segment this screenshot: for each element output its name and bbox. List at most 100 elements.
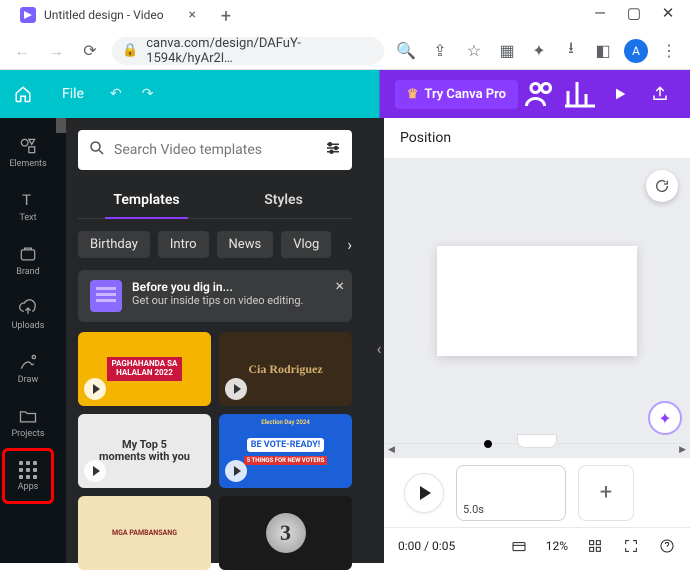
undo-button[interactable]: ↶ — [100, 70, 132, 118]
template-card[interactable]: 3 — [219, 496, 352, 570]
magic-button[interactable]: ✦ — [648, 401, 682, 435]
play-preview-icon[interactable] — [225, 460, 247, 482]
canvas-stage[interactable]: ✦ — [384, 158, 690, 443]
chip-vlog[interactable]: Vlog — [281, 231, 331, 258]
template-card[interactable]: PAGHAHANDA SAHALALAN 2022 — [78, 332, 211, 406]
template-card[interactable]: Election Day 2024 BE VOTE-READY! 5 THING… — [219, 414, 352, 488]
profile-avatar[interactable]: A — [624, 39, 648, 63]
new-tab-button[interactable]: + — [212, 2, 240, 30]
tab-styles[interactable]: Styles — [215, 182, 352, 218]
tab-close-icon[interactable]: × — [189, 7, 196, 23]
template-card[interactable]: MGA PAMBANSANG — [78, 496, 211, 570]
t4-top: Election Day 2024 — [261, 419, 310, 426]
template-search[interactable] — [78, 130, 352, 170]
help-icon[interactable] — [658, 537, 676, 555]
bookmark-icon[interactable]: ☆ — [462, 39, 486, 63]
tab-title: Untitled design - Video — [44, 8, 164, 22]
t1-line2: HALALAN 2022 — [116, 368, 173, 377]
nav-reload-button[interactable]: ⟳ — [78, 39, 102, 63]
template-card[interactable]: My Top 5moments with you — [78, 414, 211, 488]
analytics-icon[interactable] — [562, 76, 598, 112]
rail-apps-label: Apps — [18, 482, 39, 492]
search-icon — [88, 139, 106, 161]
address-bar[interactable]: 🔒 canva.com/design/DAFuY-1594k/hyAr2l… — [112, 37, 384, 65]
canvas-pane: Position ✦ ◀ ▶ 5.0s + 0:00 / 0:05 12% — [384, 118, 690, 563]
download-icon[interactable]: ⭳ — [560, 37, 582, 64]
play-preview-icon[interactable] — [84, 378, 106, 400]
window-controls: — ▢ ✕ — [592, 0, 690, 22]
scroll-notch-icon[interactable] — [517, 434, 557, 448]
rail-brand-label: Brand — [16, 267, 39, 277]
rail-projects[interactable]: Projects — [4, 396, 52, 448]
status-bar: 0:00 / 0:05 12% — [384, 527, 690, 563]
search-input[interactable] — [114, 142, 316, 158]
timeline-play-button[interactable] — [404, 473, 444, 513]
maximize-icon[interactable]: ▢ — [626, 4, 642, 22]
try-pro-label: Try Canva Pro — [424, 87, 506, 102]
rail-uploads-label: Uploads — [12, 321, 45, 331]
add-page-button[interactable]: + — [578, 465, 634, 521]
try-canva-pro-button[interactable]: ♛ Try Canva Pro — [395, 80, 518, 109]
present-play-button[interactable] — [602, 76, 638, 112]
scroll-right-icon[interactable]: ▶ — [679, 445, 686, 455]
rail-apps[interactable]: Apps — [4, 450, 52, 502]
panel-scrollbar[interactable] — [56, 118, 66, 563]
rail-projects-label: Projects — [12, 429, 45, 439]
playhead-marker-icon[interactable] — [484, 440, 492, 448]
zoom-level[interactable]: 12% — [546, 539, 568, 553]
grid-view-icon[interactable] — [586, 537, 604, 555]
tip-card[interactable]: Before you dig in... Get our inside tips… — [78, 270, 352, 322]
t4-sub: 5 THINGS FOR NEW VOTERS — [244, 456, 328, 465]
rail-draw[interactable]: Draw — [4, 342, 52, 394]
countdown-icon: 3 — [266, 513, 306, 553]
rail-brand[interactable]: Brand — [4, 234, 52, 286]
rotate-button[interactable] — [646, 170, 678, 202]
extensions-puzzle-icon[interactable]: ✦ — [528, 41, 550, 60]
template-grid: PAGHAHANDA SAHALALAN 2022 Cia Rodriguez … — [56, 332, 366, 570]
close-window-icon[interactable]: ✕ — [660, 4, 676, 22]
collaborators-icon[interactable] — [522, 76, 558, 112]
t3-line2: moments with you — [99, 450, 190, 463]
nav-forward-button[interactable]: → — [44, 39, 68, 63]
browser-menu-icon[interactable]: ⋮ — [658, 41, 680, 60]
redo-button[interactable]: ↷ — [132, 70, 164, 118]
chip-news[interactable]: News — [217, 231, 274, 258]
chips-scroll-right-icon[interactable]: › — [347, 235, 352, 254]
panel-tabs: Templates Styles — [78, 182, 352, 219]
extension-icon-1[interactable]: ▦ — [496, 41, 518, 60]
nav-back-button[interactable]: ← — [10, 39, 34, 63]
template-card[interactable]: Cia Rodriguez — [219, 332, 352, 406]
tab-templates[interactable]: Templates — [78, 182, 215, 218]
canva-favicon — [20, 7, 36, 23]
rail-text[interactable]: T Text — [4, 180, 52, 232]
chip-birthday[interactable]: Birthday — [78, 231, 150, 258]
url-text: canva.com/design/DAFuY-1594k/hyAr2l… — [146, 36, 374, 66]
rail-draw-label: Draw — [18, 375, 38, 385]
play-preview-icon[interactable] — [225, 378, 247, 400]
home-button[interactable] — [0, 70, 46, 118]
notes-icon[interactable] — [510, 537, 528, 555]
tip-dismiss-icon[interactable]: × — [335, 276, 344, 295]
sidepanel-icon[interactable]: ◧ — [592, 41, 614, 60]
play-preview-icon[interactable] — [84, 460, 106, 482]
search-page-icon[interactable]: 🔍 — [394, 39, 418, 63]
rail-uploads[interactable]: Uploads — [4, 288, 52, 340]
panel-collapse-grip[interactable]: ‹ — [366, 118, 384, 563]
minimize-icon[interactable]: — — [592, 4, 608, 22]
chip-intro[interactable]: Intro — [158, 231, 209, 258]
file-menu[interactable]: File — [46, 70, 100, 118]
share-button[interactable] — [642, 76, 678, 112]
video-frame[interactable] — [437, 246, 637, 356]
share-url-icon[interactable]: ⇪ — [428, 39, 452, 63]
rail-elements[interactable]: Elements — [4, 126, 52, 178]
filters-icon[interactable] — [324, 139, 342, 161]
canvas-horizontal-scroll[interactable]: ◀ ▶ — [384, 443, 690, 457]
fullscreen-icon[interactable] — [622, 537, 640, 555]
left-nav-rail: Elements T Text Brand Uploads Draw Proje… — [0, 118, 56, 563]
position-button[interactable]: Position — [400, 130, 451, 146]
browser-tab[interactable]: Untitled design - Video × — [8, 1, 208, 30]
t5-line1: MGA PAMBANSANG — [112, 529, 177, 537]
scroll-left-icon[interactable]: ◀ — [388, 445, 395, 455]
timeline-clip[interactable]: 5.0s — [456, 465, 566, 521]
main-area: Elements T Text Brand Uploads Draw Proje… — [0, 118, 690, 563]
